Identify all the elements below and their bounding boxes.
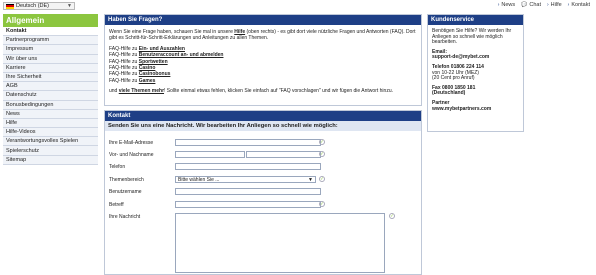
phone-label: Telefon [109, 164, 126, 170]
email-label: Ihre E-Mail-Adresse [109, 140, 154, 146]
topic-label: Themenbereich [109, 177, 144, 183]
top-bar: Deutsch (DE) ▼ › News 💬 Chat › Hilfe › Konta… [0, 0, 596, 12]
nav-chat[interactable]: 💬 Chat [521, 2, 541, 8]
service-partner: Partner www.mybetpartners.com [432, 100, 519, 113]
email-field[interactable] [175, 139, 321, 146]
username-field[interactable] [175, 188, 321, 195]
sidebar-item-karriere[interactable]: Karriere [3, 63, 98, 73]
faq-link-casinobonus[interactable]: Casinobonus [139, 71, 171, 77]
service-fax: Fax 0800 1850 181 (Deutschland) [432, 84, 476, 97]
sidebar-item-impressum[interactable]: Impressum [3, 45, 98, 55]
contact-title: Kontakt [105, 111, 421, 121]
checkmark-icon: ✓ [389, 213, 395, 219]
chevron-down-icon: ▼ [308, 177, 313, 183]
username-label: Benutzername [109, 189, 142, 195]
checkmark-icon: ✓ [319, 139, 325, 145]
faq-link-list: FAQ-Hilfe zu Ein- und Auszahlen FAQ-Hilf… [109, 46, 417, 84]
customer-service-panel: Kundenservice Benötigen Sie Hilfe? Wir w… [427, 14, 524, 132]
sidebar-title: Allgemein [3, 14, 98, 27]
sidebar-item-sicherheit[interactable]: Ihre Sicherheit [3, 72, 98, 83]
faq-link-benutzeraccount[interactable]: Benutzeraccount an- und abmelden [139, 52, 224, 58]
faq-link-sportwetten[interactable]: Sportwetten [139, 59, 168, 65]
sidebar: Allgemein Kontakt Partnerprogramm Impres… [3, 14, 98, 165]
checkmark-icon: ✓ [319, 176, 325, 182]
partner-link[interactable]: www.mybetpartners.com [432, 106, 519, 113]
faq-panel: Haben Sie Fragen? Wenn Sie eine Frage ha… [104, 14, 422, 106]
subject-label: Betreff [109, 202, 124, 208]
sidebar-item-news[interactable]: News [3, 109, 98, 119]
subject-field[interactable] [175, 201, 321, 208]
sidebar-item-wir-ueber-uns[interactable]: Wir über uns [3, 54, 98, 64]
language-select[interactable]: Deutsch (DE) ▼ [3, 2, 75, 10]
checkmark-icon: ✓ [319, 201, 325, 207]
hilfe-link[interactable]: Hilfe [234, 29, 245, 35]
service-email: Email: support-de@mybet.com [432, 49, 519, 61]
sidebar-item-datenschutz[interactable]: Datenschutz [3, 91, 98, 101]
sidebar-item-partnerprogramm[interactable]: Partnerprogramm [3, 36, 98, 46]
sidebar-item-verantwortungsvolles-spielen[interactable]: Verantwortungsvolles Spielen [3, 137, 98, 147]
arrow-right-icon: › [497, 2, 500, 8]
faq-intro: Wenn Sie eine Frage haben, schauen Sie m… [109, 29, 416, 42]
more-topics-link[interactable]: viele Themen mehr [119, 88, 164, 94]
nav-kontakt[interactable]: › Kontakt [568, 2, 590, 8]
language-label: Deutsch (DE) [16, 3, 50, 9]
top-nav: › News 💬 Chat › Hilfe › Kontakt [498, 2, 590, 8]
faq-title: Haben Sie Fragen? [105, 15, 421, 25]
message-textarea[interactable] [175, 213, 385, 273]
chat-bubble-icon: 💬 [521, 2, 528, 8]
service-phone: Telefon 01806 224 114 von 10-22 Uhr (MEZ… [432, 63, 484, 82]
nav-hilfe[interactable]: › Hilfe [547, 2, 562, 8]
chevron-down-icon: ▼ [67, 3, 72, 9]
contact-panel: Kontakt Senden Sie uns eine Nachricht. W… [104, 110, 422, 275]
germany-flag-icon [6, 3, 14, 9]
sidebar-item-sitemap[interactable]: Sitemap [3, 155, 98, 165]
arrow-right-icon: › [567, 2, 570, 8]
topic-select-value: Bitte wählen Sie ... [178, 176, 220, 183]
phone-field[interactable] [175, 163, 321, 170]
customer-service-title: Kundenservice [428, 15, 523, 25]
list-item: FAQ-Hilfe zu Games [109, 77, 156, 84]
sidebar-item-kontakt[interactable]: Kontakt [3, 27, 98, 37]
faq-outro: und viele Themen mehr! Sollte einmal etw… [109, 88, 393, 95]
sidebar-item-hilfe-videos[interactable]: Hilfe-Videos [3, 128, 98, 138]
faq-link-zahlungen[interactable]: Ein- und Auszahlen [139, 46, 185, 52]
arrow-right-icon: › [546, 2, 549, 8]
sidebar-item-bonusbedingungen[interactable]: Bonusbedingungen [3, 100, 98, 110]
support-email-link[interactable]: support-de@mybet.com [432, 55, 519, 61]
sidebar-item-spielerschutz[interactable]: Spielerschutz [3, 146, 98, 156]
topic-select[interactable]: Bitte wählen Sie ... ▼ [175, 176, 316, 183]
message-label: Ihre Nachricht [109, 214, 141, 220]
last-name-field[interactable] [246, 151, 321, 158]
first-name-field[interactable] [175, 151, 245, 158]
checkmark-icon: ✓ [319, 151, 325, 157]
faq-link-casino[interactable]: Casino [139, 65, 156, 71]
sidebar-item-hilfe[interactable]: Hilfe [3, 118, 98, 129]
sidebar-item-agb[interactable]: AGB [3, 82, 98, 92]
faq-link-games[interactable]: Games [139, 78, 156, 84]
service-intro: Benötigen Sie Hilfe? Wir werden Ihr Anli… [432, 28, 512, 46]
nav-news[interactable]: › News [498, 2, 515, 8]
name-label: Vor- und Nachname [109, 152, 154, 158]
contact-subtitle: Senden Sie uns eine Nachricht. Wir bearb… [105, 121, 421, 131]
